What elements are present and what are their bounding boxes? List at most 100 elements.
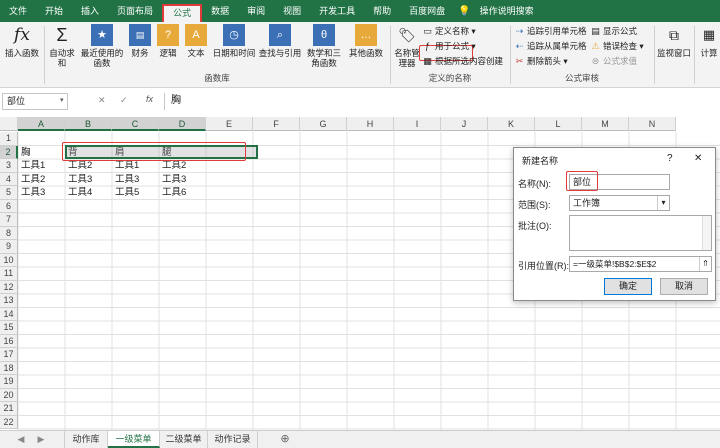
dialog-help-icon[interactable]: ?	[667, 153, 673, 164]
more-functions-button[interactable]: … 其他函数	[346, 24, 386, 58]
row-header-16[interactable]: 16	[0, 334, 18, 348]
tab-formulas[interactable]: 公式	[162, 4, 203, 22]
name-box-dropdown-icon[interactable]: ▾	[60, 96, 64, 104]
text-button[interactable]: A 文本	[184, 24, 208, 58]
sheet-tab-action-library[interactable]: 动作库	[64, 431, 108, 448]
column-header-H[interactable]: H	[347, 117, 394, 131]
row-header-10[interactable]: 10	[0, 253, 18, 267]
column-header-M[interactable]: M	[582, 117, 629, 131]
formula-input[interactable]: 胸	[164, 93, 720, 110]
column-header-J[interactable]: J	[441, 117, 488, 131]
cell-E4[interactable]: 工具3	[159, 174, 186, 186]
date-time-button[interactable]: ◷ 日期和时间	[212, 24, 256, 58]
create-from-selection-button[interactable]: ▦ 根据所选内容创建	[422, 55, 503, 67]
next-sheet-icon[interactable]: ▶	[34, 431, 48, 448]
ok-button[interactable]: 确定	[604, 278, 652, 295]
row-header-2[interactable]: 2	[0, 145, 18, 159]
row-header-22[interactable]: 22	[0, 415, 18, 429]
row-header-11[interactable]: 11	[0, 267, 18, 281]
trace-dependents-button[interactable]: ⇠ 追踪从属单元格	[514, 40, 587, 52]
sheet-tab-level2-menu[interactable]: 二级菜单	[160, 431, 208, 448]
row-header-7[interactable]: 7	[0, 213, 18, 227]
cell-C5[interactable]: 工具4	[65, 187, 92, 199]
watch-window-button[interactable]: ⧉ 监视窗口	[656, 24, 692, 58]
row-header-8[interactable]: 8	[0, 226, 18, 240]
row-header-21[interactable]: 21	[0, 402, 18, 416]
column-header-N[interactable]: N	[629, 117, 676, 131]
row-header-17[interactable]: 17	[0, 348, 18, 362]
tab-home[interactable]: 开始	[36, 0, 72, 22]
prev-sheet-icon[interactable]: ◀	[14, 431, 28, 448]
tab-page-layout[interactable]: 页面布局	[108, 0, 162, 22]
cell-D5[interactable]: 工具5	[112, 187, 139, 199]
cell-C4[interactable]: 工具3	[65, 174, 92, 186]
tab-developer[interactable]: 开发工具	[310, 0, 364, 22]
column-header-F[interactable]: F	[253, 117, 300, 131]
row-header-9[interactable]: 9	[0, 240, 18, 254]
column-header-L[interactable]: L	[535, 117, 582, 131]
column-header-E[interactable]: E	[206, 117, 253, 131]
row-header-15[interactable]: 15	[0, 321, 18, 335]
use-in-formula-button[interactable]: ƒ 用于公式 ▾	[422, 40, 476, 52]
refers-to-field[interactable]: =一级菜单!$B$2:$E$2 ⇑	[569, 256, 712, 272]
tab-file[interactable]: 文件	[0, 0, 36, 22]
tab-data[interactable]: 数据	[202, 0, 238, 22]
comment-scrollbar[interactable]	[702, 216, 711, 250]
column-header-G[interactable]: G	[300, 117, 347, 131]
cell-B2[interactable]: 胸	[18, 147, 31, 159]
row-header-3[interactable]: 3	[0, 159, 18, 173]
comment-field[interactable]	[569, 215, 712, 251]
tab-help[interactable]: 帮助	[364, 0, 400, 22]
autosum-button[interactable]: Σ 自动求和	[46, 24, 78, 68]
cell-D4[interactable]: 工具3	[112, 174, 139, 186]
insert-function-button[interactable]: fx 插入函数	[2, 24, 42, 58]
cell-B4[interactable]: 工具2	[18, 174, 45, 186]
row-header-18[interactable]: 18	[0, 361, 18, 375]
scope-select[interactable]: 工作簿 ▾	[569, 195, 670, 211]
cell-B3[interactable]: 工具1	[18, 160, 45, 172]
sheet-tab-action-log[interactable]: 动作记录	[208, 431, 258, 448]
tab-insert[interactable]: 插入	[72, 0, 108, 22]
add-sheet-icon[interactable]: ⊕	[276, 431, 294, 448]
column-header-I[interactable]: I	[394, 117, 441, 131]
recently-used-button[interactable]: ★ 最近使用的函数	[80, 24, 124, 68]
financial-button[interactable]: ▤ 财务	[128, 24, 152, 58]
error-checking-button[interactable]: ⚠ 错误检查 ▾	[590, 40, 643, 52]
cell-E5[interactable]: 工具6	[159, 187, 186, 199]
tab-review[interactable]: 审阅	[238, 0, 274, 22]
evaluate-formula-button[interactable]: ⊜ 公式求值	[590, 55, 637, 67]
row-header-13[interactable]: 13	[0, 294, 18, 308]
row-header-1[interactable]: 1	[0, 132, 18, 146]
column-header-C[interactable]: C	[112, 117, 159, 131]
show-formulas-button[interactable]: ▤ 显示公式	[590, 25, 637, 37]
calc-options-button[interactable]: ▦ 计算	[698, 24, 720, 58]
collapse-dialog-icon[interactable]: ⇑	[699, 257, 711, 271]
column-header-K[interactable]: K	[488, 117, 535, 131]
define-name-button[interactable]: ▭ 定义名称 ▾	[422, 25, 475, 37]
cancel-formula-icon[interactable]: ✕	[98, 95, 106, 106]
cell-E3[interactable]: 工具2	[159, 160, 186, 172]
row-header-12[interactable]: 12	[0, 280, 18, 294]
cell-C3[interactable]: 工具2	[65, 160, 92, 172]
row-header-19[interactable]: 19	[0, 375, 18, 389]
row-header-5[interactable]: 5	[0, 186, 18, 200]
column-header-B[interactable]: B	[65, 117, 112, 131]
cancel-button[interactable]: 取消	[660, 278, 708, 295]
row-header-14[interactable]: 14	[0, 307, 18, 321]
tell-me-search[interactable]: 操作说明搜索	[471, 0, 543, 22]
row-header-6[interactable]: 6	[0, 199, 18, 213]
column-header-D[interactable]: D	[159, 117, 206, 131]
row-header-20[interactable]: 20	[0, 388, 18, 402]
logical-button[interactable]: ? 逻辑	[156, 24, 180, 58]
math-trig-button[interactable]: θ 数学和三角函数	[304, 24, 344, 68]
tab-view[interactable]: 视图	[274, 0, 310, 22]
cell-D3[interactable]: 工具1	[112, 160, 139, 172]
dialog-close-icon[interactable]: ✕	[694, 153, 702, 164]
name-box[interactable]: 部位	[2, 93, 68, 110]
tab-baidu-netdisk[interactable]: 百度网盘	[400, 0, 454, 22]
trace-precedents-button[interactable]: ⇢ 追踪引用单元格	[514, 25, 587, 37]
column-header-A[interactable]: A	[18, 117, 65, 131]
sheet-tab-level1-menu[interactable]: 一级菜单	[108, 431, 160, 448]
remove-arrows-button[interactable]: ✂ 删除箭头 ▾	[514, 55, 568, 67]
enter-formula-icon[interactable]: ✓	[120, 95, 128, 106]
